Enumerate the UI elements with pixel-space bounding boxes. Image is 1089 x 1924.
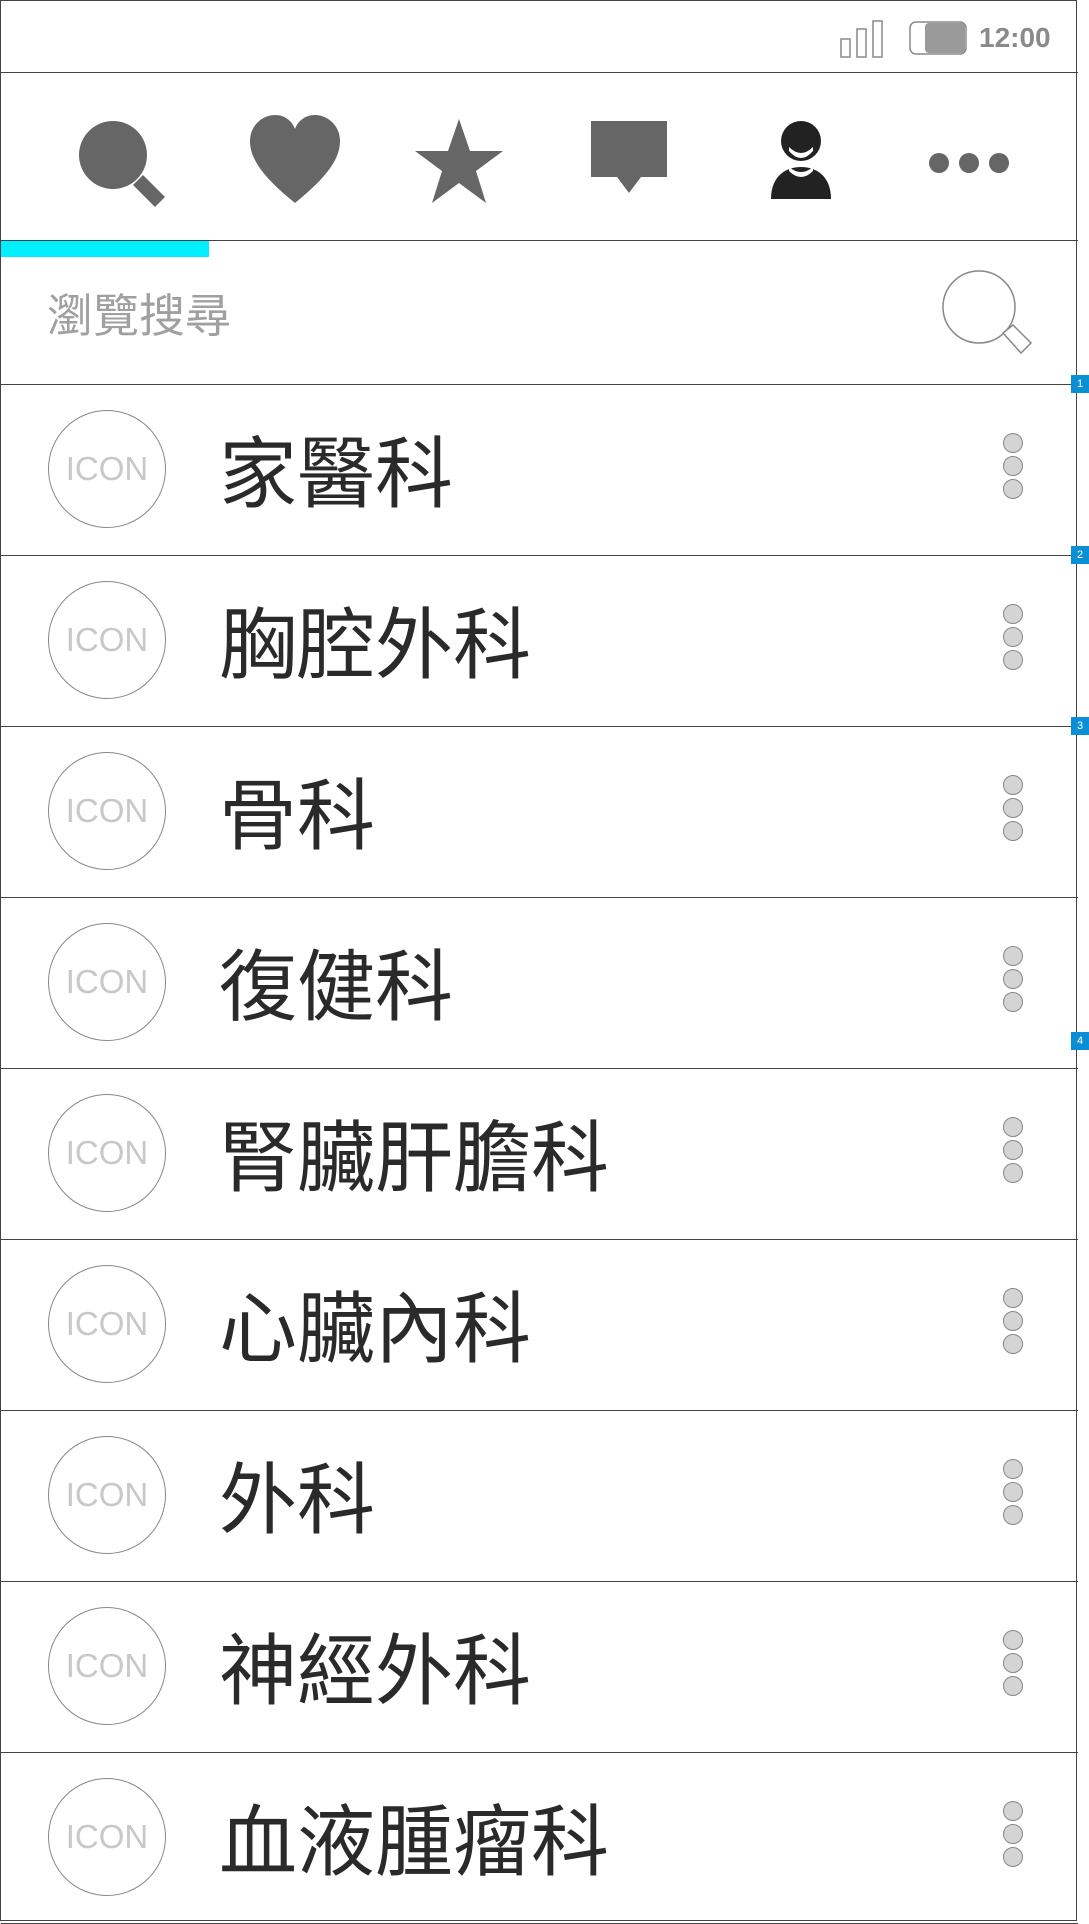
search-bar xyxy=(1,241,1078,385)
battery-icon xyxy=(909,21,967,55)
more-dot xyxy=(1003,775,1023,795)
list-item[interactable]: ICON 神經外科 xyxy=(1,1582,1078,1753)
avatar: ICON xyxy=(48,1607,166,1725)
annotation-marker: 4 xyxy=(1071,1032,1089,1050)
list-item[interactable]: ICON 家醫科 xyxy=(1,385,1078,556)
star-icon[interactable] xyxy=(409,111,509,211)
avatar: ICON xyxy=(48,1436,166,1554)
list-item-label: 家醫科 xyxy=(219,430,454,520)
more-vertical-icon[interactable] xyxy=(1003,1288,1027,1368)
list-item[interactable]: ICON 復健科 xyxy=(1,898,1078,1069)
avatar: ICON xyxy=(48,581,166,699)
more-dot xyxy=(1003,1676,1023,1696)
more-dot xyxy=(1003,1653,1023,1673)
more-dot xyxy=(1003,1311,1023,1331)
list-item[interactable]: ICON 胸腔外科 xyxy=(1,556,1078,727)
more-vertical-icon[interactable] xyxy=(1003,1630,1027,1710)
more-dot xyxy=(1003,1288,1023,1308)
more-vertical-icon[interactable] xyxy=(1003,1117,1027,1197)
status-time: 12:00 xyxy=(979,22,1051,53)
list-item-label: 外科 xyxy=(219,1456,376,1546)
list-item-label: 復健科 xyxy=(219,943,454,1033)
more-dot xyxy=(1003,992,1023,1012)
status-bar: 12:00 xyxy=(1,1,1078,73)
list-item-label: 血液腫瘤科 xyxy=(219,1798,610,1888)
more-dot xyxy=(1003,1117,1023,1137)
more-dot xyxy=(1003,1824,1023,1844)
avatar: ICON xyxy=(48,410,166,528)
more-dot xyxy=(1003,1334,1023,1354)
department-list: ICON 家醫科 ICON 胸腔外科 ICON 骨科 ICON 復健科 ICON 腎臟肝膽科 ICO… xyxy=(1,385,1078,1924)
more-vertical-icon[interactable] xyxy=(1003,775,1027,855)
top-toolbar xyxy=(1,73,1078,241)
more-dot xyxy=(1003,433,1023,453)
avatar: ICON xyxy=(48,1094,166,1212)
more-dots-icon[interactable] xyxy=(919,111,1019,211)
list-item-label: 腎臟肝膽科 xyxy=(219,1114,610,1204)
more-vertical-icon[interactable] xyxy=(1003,433,1027,513)
list-item[interactable]: ICON 外科 xyxy=(1,1411,1078,1582)
more-dot xyxy=(1003,1801,1023,1821)
annotation-marker: 2 xyxy=(1071,546,1089,564)
more-vertical-icon[interactable] xyxy=(1003,1801,1027,1881)
list-item[interactable]: ICON 血液腫瘤科 xyxy=(1,1753,1078,1924)
list-item[interactable]: ICON 腎臟肝膽科 xyxy=(1,1069,1078,1240)
list-item-label: 心臟內科 xyxy=(219,1285,532,1375)
avatar: ICON xyxy=(48,752,166,870)
more-dot xyxy=(1003,650,1023,670)
more-vertical-icon[interactable] xyxy=(1003,1459,1027,1539)
list-item-label: 骨科 xyxy=(219,772,376,862)
avatar: ICON xyxy=(48,1265,166,1383)
heart-icon[interactable] xyxy=(245,111,345,211)
more-dot xyxy=(1003,821,1023,841)
more-dot xyxy=(1003,1482,1023,1502)
user-icon[interactable] xyxy=(751,111,851,211)
more-dot xyxy=(1003,604,1023,624)
more-dot xyxy=(1003,1847,1023,1867)
signal-bars-icon xyxy=(839,19,889,59)
search-input[interactable] xyxy=(47,281,867,351)
app-frame: 12:00 瀏覽搜尋 ICON 家醫科 ICON 胸腔外科 ICON 骨科 IC… xyxy=(0,0,1078,1924)
more-dot xyxy=(1003,946,1023,966)
more-dot xyxy=(1003,1140,1023,1160)
annotation-marker: 3 xyxy=(1071,717,1089,735)
annotation-marker: 1 xyxy=(1071,375,1089,393)
chat-bubble-icon[interactable] xyxy=(579,111,679,211)
list-item[interactable]: ICON 骨科 xyxy=(1,727,1078,898)
magnifier-icon[interactable] xyxy=(939,267,1039,367)
more-dot xyxy=(1003,456,1023,476)
list-item-label: 神經外科 xyxy=(219,1627,532,1717)
more-dot xyxy=(1003,1163,1023,1183)
more-dot xyxy=(1003,969,1023,989)
list-item-label: 胸腔外科 xyxy=(219,601,532,691)
more-dot xyxy=(1003,1505,1023,1525)
more-dot xyxy=(1003,1630,1023,1650)
more-dot xyxy=(1003,798,1023,818)
avatar: ICON xyxy=(48,1778,166,1896)
more-vertical-icon[interactable] xyxy=(1003,946,1027,1026)
more-dot xyxy=(1003,627,1023,647)
list-item[interactable]: ICON 心臟內科 xyxy=(1,1240,1078,1411)
more-dot xyxy=(1003,1459,1023,1479)
more-dot xyxy=(1003,479,1023,499)
more-vertical-icon[interactable] xyxy=(1003,604,1027,684)
avatar: ICON xyxy=(48,923,166,1041)
search-icon[interactable] xyxy=(69,111,169,211)
